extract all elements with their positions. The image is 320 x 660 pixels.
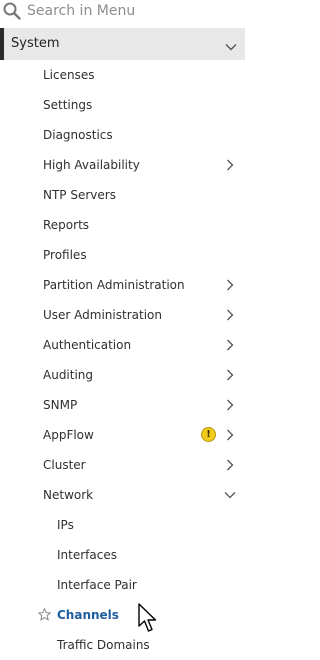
search-icon — [3, 2, 21, 20]
menu-item-label: Reports — [43, 218, 90, 232]
menu-item-label: Cluster — [43, 458, 86, 472]
menu-item-channels[interactable]: Channels — [0, 600, 245, 630]
menu-item-label: Diagnostics — [43, 128, 113, 142]
menu-item-ntp-servers[interactable]: NTP Servers — [0, 180, 245, 210]
menu-item-label: Auditing — [43, 368, 94, 382]
menu-item-reports[interactable]: Reports — [0, 210, 245, 240]
chevron-down-icon[interactable] — [224, 489, 236, 501]
menu-item-cluster[interactable]: Cluster — [0, 450, 245, 480]
menu-item-label: Profiles — [43, 248, 87, 262]
menu-item-label: High Availability — [43, 158, 140, 172]
menu-item-partition-administration[interactable]: Partition Administration — [0, 270, 245, 300]
menu-item-label: NTP Servers — [43, 188, 116, 202]
menu-item-label: Partition Administration — [43, 278, 185, 292]
menu-item-label: Authentication — [43, 338, 132, 352]
menu-item-network[interactable]: Network — [0, 480, 245, 510]
star-outline-icon[interactable] — [38, 608, 51, 621]
chevron-right-icon[interactable] — [224, 399, 236, 411]
warning-badge-icon: ! — [201, 427, 216, 442]
menu-item-label: Network — [43, 488, 94, 502]
chevron-right-icon[interactable] — [224, 429, 236, 441]
menu-item-high-availability[interactable]: High Availability — [0, 150, 245, 180]
menu-item-user-administration[interactable]: User Administration — [0, 300, 245, 330]
menu-item-label: SNMP — [43, 398, 78, 412]
menu-item-snmp[interactable]: SNMP — [0, 390, 245, 420]
menu-item-label: Interfaces — [57, 548, 117, 562]
menu-item-label: AppFlow — [43, 428, 94, 442]
section-label: System — [11, 36, 60, 51]
chevron-right-icon[interactable] — [224, 309, 236, 321]
chevron-right-icon[interactable] — [224, 339, 236, 351]
menu-item-label: Settings — [43, 98, 93, 112]
chevron-right-icon[interactable] — [224, 159, 236, 171]
menu-item-ips[interactable]: IPs — [0, 510, 245, 540]
menu-item-settings[interactable]: Settings — [0, 90, 245, 120]
search-input[interactable]: Search in Menu — [27, 2, 135, 20]
menu-item-label: User Administration — [43, 308, 162, 322]
section-header-system[interactable]: System — [0, 28, 245, 60]
chevron-right-icon[interactable] — [224, 369, 236, 381]
menu-item-traffic-domains[interactable]: Traffic Domains — [0, 630, 245, 660]
menu-item-interface-pair[interactable]: Interface Pair — [0, 570, 245, 600]
search-bar[interactable]: Search in Menu — [0, 0, 245, 26]
menu-item-label: IPs — [57, 518, 74, 532]
chevron-down-icon[interactable] — [225, 38, 237, 51]
menu-item-profiles[interactable]: Profiles — [0, 240, 245, 270]
menu-item-authentication[interactable]: Authentication — [0, 330, 245, 360]
menu-item-interfaces[interactable]: Interfaces — [0, 540, 245, 570]
menu-item-diagnostics[interactable]: Diagnostics — [0, 120, 245, 150]
menu-item-appflow[interactable]: AppFlow! — [0, 420, 245, 450]
menu-item-label: Interface Pair — [57, 578, 137, 592]
menu-item-label: Traffic Domains — [57, 638, 150, 652]
menu-item-auditing[interactable]: Auditing — [0, 360, 245, 390]
menu-item-label: Licenses — [43, 68, 95, 82]
menu-item-label: Channels — [57, 608, 119, 622]
chevron-right-icon[interactable] — [224, 459, 236, 471]
mouse-cursor-icon — [138, 603, 157, 632]
menu-item-licenses[interactable]: Licenses — [0, 60, 245, 90]
chevron-right-icon[interactable] — [224, 279, 236, 291]
